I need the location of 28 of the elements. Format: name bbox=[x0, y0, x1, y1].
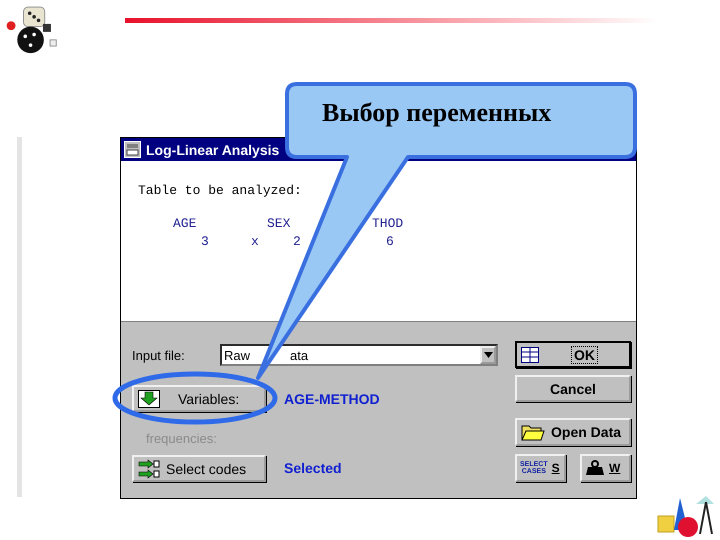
factor-name: AGE bbox=[173, 216, 196, 231]
arrow-down-icon bbox=[138, 390, 160, 408]
input-file-value: Raw bbox=[224, 348, 250, 362]
table-icon bbox=[521, 346, 539, 362]
codes-value: Selected bbox=[284, 460, 342, 476]
ok-button[interactable]: OK bbox=[515, 341, 631, 368]
app-icon bbox=[124, 141, 141, 158]
factor-name: THOD bbox=[372, 216, 404, 231]
variables-value: AGE-METHOD bbox=[284, 391, 380, 407]
open-data-button[interactable]: Open Data bbox=[515, 418, 631, 446]
factor-level: 2 bbox=[293, 234, 301, 249]
variables-button[interactable]: Variables: bbox=[132, 385, 266, 412]
factor-level: 6 bbox=[386, 234, 394, 249]
factor-level: x bbox=[251, 234, 259, 249]
arrows-right-icon bbox=[138, 458, 160, 478]
input-file-label: Input file: bbox=[132, 348, 186, 362]
callout-text: Выбор переменных bbox=[322, 98, 552, 128]
weight-icon bbox=[585, 460, 605, 476]
factor-level: 3 bbox=[201, 234, 209, 249]
input-file-value: ata bbox=[290, 348, 308, 362]
folder-icon bbox=[521, 423, 545, 441]
weight-button[interactable]: W bbox=[580, 454, 631, 482]
factor-name: SEX bbox=[267, 216, 290, 231]
select-codes-button[interactable]: Select codes bbox=[132, 455, 266, 482]
window-title: Log-Linear Analysis bbox=[146, 142, 280, 158]
table-heading: Table to be analyzed: bbox=[138, 183, 302, 198]
input-file-dropdown[interactable]: Raw ata bbox=[220, 344, 498, 366]
cancel-button[interactable]: Cancel bbox=[515, 375, 631, 402]
